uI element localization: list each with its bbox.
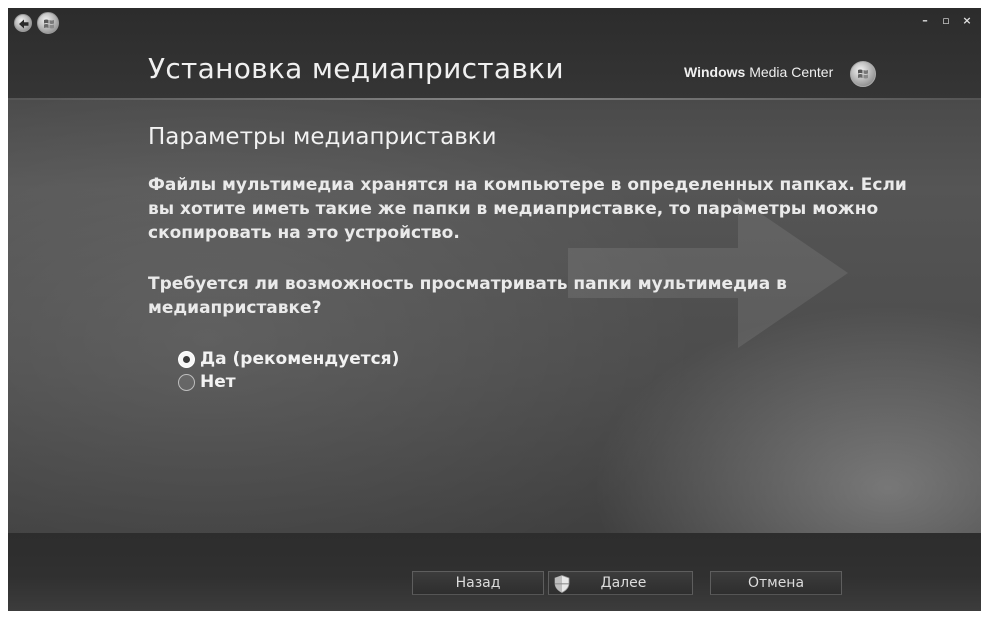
page-title: Установка медиаприставки: [148, 52, 564, 85]
uac-shield-icon: [554, 575, 570, 593]
close-button[interactable]: ×: [960, 14, 974, 28]
back-button[interactable]: [14, 14, 32, 32]
windows-logo-icon: [44, 19, 54, 29]
brand-windows: Windows: [684, 64, 746, 80]
description-text: Файлы мультимедиа хранятся на компьютере…: [148, 175, 907, 243]
header-separator: [8, 98, 981, 100]
restore-button[interactable]: ▫: [939, 14, 953, 28]
media-center-window: – ▫ × Установка медиаприставки Windows M…: [8, 8, 981, 611]
back-nav-button[interactable]: Назад: [412, 571, 544, 595]
question-text: Требуется ли возможность просматривать п…: [148, 274, 787, 318]
radio-button-unchecked[interactable]: [178, 373, 195, 391]
brand-suffix: Media Center: [745, 64, 834, 80]
back-arrow-icon: [19, 19, 29, 29]
radio-option-no[interactable]: Нет: [178, 371, 236, 393]
section-heading: Параметры медиаприставки: [148, 124, 497, 150]
next-button-label: Далее: [600, 575, 647, 591]
start-button[interactable]: [37, 12, 59, 34]
cancel-button[interactable]: Отмена: [710, 571, 842, 595]
radio-label-no[interactable]: Нет: [200, 372, 236, 392]
brand-text: Windows Media Center: [684, 64, 833, 80]
minimize-button[interactable]: –: [918, 14, 932, 28]
radio-label-yes[interactable]: Да (рекомендуется): [200, 349, 399, 369]
media-center-logo-icon: [850, 61, 876, 87]
radio-button-checked[interactable]: [178, 350, 195, 368]
radio-option-yes[interactable]: Да (рекомендуется): [178, 348, 399, 370]
